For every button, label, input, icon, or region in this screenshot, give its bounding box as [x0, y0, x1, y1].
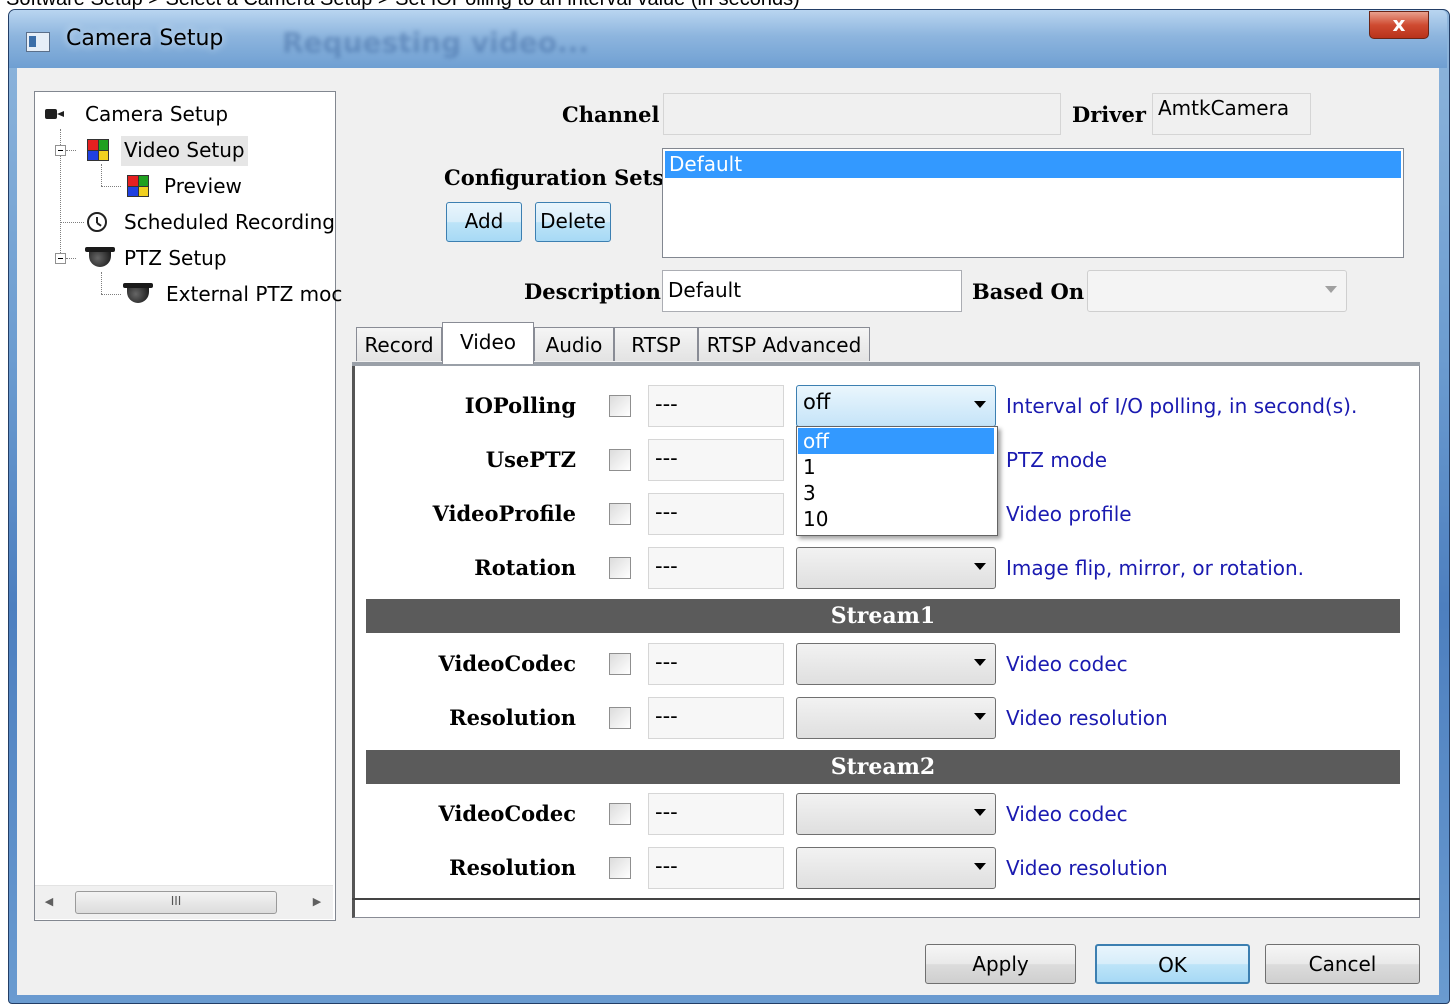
- rotation-checkbox[interactable]: [609, 557, 631, 579]
- stream2-videocodec-label: VideoCodec: [438, 801, 576, 826]
- video-grid-icon: [87, 139, 109, 161]
- description-label: Description: [524, 279, 661, 304]
- list-item[interactable]: Default: [665, 151, 1401, 178]
- videoprofile-description: Video profile: [1006, 502, 1132, 526]
- camera-icon: [45, 108, 65, 120]
- tree-connector: [66, 258, 76, 259]
- stream2-videocodec-dropdown[interactable]: [796, 793, 996, 835]
- dome-camera-icon: [85, 247, 115, 269]
- stream1-resolution-checkbox[interactable]: [609, 707, 631, 729]
- chevron-down-icon: [974, 659, 986, 666]
- channel-label: Channel: [562, 102, 660, 127]
- iopolling-dropdown[interactable]: off: [796, 385, 996, 427]
- chevron-down-icon: [974, 713, 986, 720]
- tree-connector: [66, 150, 76, 151]
- tree-connector: [60, 222, 84, 223]
- videoprofile-checkbox[interactable]: [609, 503, 631, 525]
- useptz-checkbox[interactable]: [609, 449, 631, 471]
- iopolling-label: IOPolling: [464, 393, 576, 418]
- configuration-sets-label: Configuration Sets: [444, 165, 665, 190]
- driver-field: AmtkCamera: [1152, 93, 1311, 135]
- iopolling-options-popup[interactable]: off 1 3 10: [796, 426, 998, 536]
- chevron-down-icon: [974, 863, 986, 870]
- stream2-videocodec-current-value: ---: [648, 793, 784, 835]
- tab-video[interactable]: Video: [442, 322, 534, 364]
- add-button[interactable]: Add: [446, 202, 522, 242]
- stream2-videocodec-checkbox[interactable]: [609, 803, 631, 825]
- stream1-resolution-dropdown[interactable]: [796, 697, 996, 739]
- videoprofile-label: VideoProfile: [432, 501, 576, 526]
- rotation-description: Image flip, mirror, or rotation.: [1006, 556, 1305, 580]
- stream2-resolution-checkbox[interactable]: [609, 857, 631, 879]
- dropdown-option[interactable]: 1: [798, 454, 994, 480]
- tree-connector: [101, 272, 102, 294]
- stream1-videocodec-description: Video codec: [1006, 652, 1128, 676]
- chevron-down-icon: [1325, 286, 1337, 293]
- stream1-videocodec-label: VideoCodec: [438, 651, 576, 676]
- cancel-button[interactable]: Cancel: [1265, 944, 1420, 984]
- collapse-icon[interactable]: [55, 145, 66, 156]
- stream1-resolution-current-value: ---: [648, 697, 784, 739]
- apply-button[interactable]: Apply: [925, 944, 1076, 984]
- dropdown-option[interactable]: 3: [798, 480, 994, 506]
- scroll-right-icon[interactable]: ▶: [307, 891, 327, 913]
- chevron-down-icon: [974, 401, 986, 408]
- delete-button[interactable]: Delete: [535, 202, 611, 242]
- useptz-description: PTZ mode: [1006, 448, 1108, 472]
- stream1-header: Stream1: [366, 599, 1400, 633]
- based-on-label: Based On: [972, 279, 1085, 304]
- chevron-down-icon: [974, 563, 986, 570]
- stream2-videocodec-description: Video codec: [1006, 802, 1128, 826]
- ok-button[interactable]: OK: [1095, 944, 1250, 984]
- tab-record[interactable]: Record: [356, 327, 442, 361]
- stream1-resolution-description: Video resolution: [1006, 706, 1168, 730]
- tab-panel-bottom-edge: [352, 898, 1420, 900]
- description-field[interactable]: Default: [662, 270, 962, 312]
- tree-connector: [101, 164, 102, 186]
- scroll-left-icon[interactable]: ◀: [39, 891, 59, 913]
- stream1-videocodec-dropdown[interactable]: [796, 643, 996, 685]
- useptz-label: UsePTZ: [485, 447, 576, 472]
- useptz-current-value: ---: [648, 439, 784, 481]
- stream1-videocodec-checkbox[interactable]: [609, 653, 631, 675]
- iopolling-current-value: ---: [648, 385, 784, 427]
- tree-connector: [101, 186, 121, 187]
- rotation-current-value: ---: [648, 547, 784, 589]
- tab-rtsp-advanced[interactable]: RTSP Advanced: [698, 327, 870, 361]
- window-icon: [26, 32, 50, 52]
- driver-label: Driver: [1072, 102, 1146, 127]
- setup-tree[interactable]: Camera Setup Video Setup Preview Schedul…: [34, 91, 342, 921]
- configuration-sets-list[interactable]: Default: [662, 148, 1404, 258]
- dropdown-option[interactable]: off: [798, 428, 994, 454]
- videoprofile-current-value: ---: [648, 493, 784, 535]
- stream2-resolution-description: Video resolution: [1006, 856, 1168, 880]
- chevron-down-icon: [974, 809, 986, 816]
- dome-camera-icon: [123, 283, 153, 305]
- stream2-header: Stream2: [366, 750, 1400, 784]
- scroll-thumb[interactable]: III: [75, 891, 277, 914]
- background-ghost-text: Requesting video...: [282, 26, 589, 59]
- close-button[interactable]: x: [1369, 11, 1429, 39]
- stream2-resolution-dropdown[interactable]: [796, 847, 996, 889]
- tab-rtsp[interactable]: RTSP: [614, 327, 698, 361]
- window-title: Camera Setup: [66, 26, 224, 51]
- stream2-resolution-current-value: ---: [648, 847, 784, 889]
- tree-horizontal-scrollbar[interactable]: ◀ III ▶: [35, 885, 333, 919]
- iopolling-checkbox[interactable]: [609, 395, 631, 417]
- dropdown-option[interactable]: 10: [798, 506, 994, 532]
- based-on-dropdown[interactable]: [1087, 270, 1347, 312]
- stream1-resolution-label: Resolution: [449, 705, 576, 730]
- video-grid-icon: [127, 175, 149, 197]
- stream2-resolution-label: Resolution: [449, 855, 576, 880]
- tree-connector: [101, 294, 121, 295]
- iopolling-description: Interval of I/O polling, in second(s).: [1006, 394, 1358, 418]
- tab-audio[interactable]: Audio: [534, 327, 614, 361]
- channel-field: [663, 93, 1061, 135]
- title-bar[interactable]: [9, 10, 1447, 68]
- rotation-dropdown[interactable]: [796, 547, 996, 589]
- stream1-videocodec-current-value: ---: [648, 643, 784, 685]
- rotation-label: Rotation: [474, 555, 576, 580]
- clock-icon: [87, 212, 107, 232]
- collapse-icon[interactable]: [55, 253, 66, 264]
